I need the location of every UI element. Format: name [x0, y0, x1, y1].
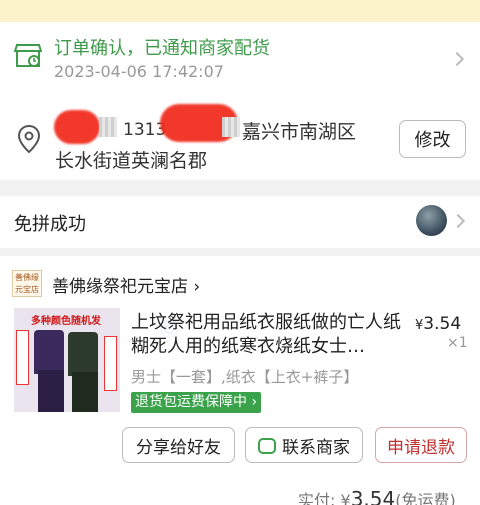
product-price: ¥3.54: [415, 314, 462, 334]
redaction-mark: [54, 110, 100, 144]
address-street: 长水街道英澜名郡: [55, 150, 208, 172]
store-logo[interactable]: 善佛缘 元宝店: [12, 270, 42, 297]
share-button[interactable]: 分享给好友: [122, 427, 235, 463]
thumbnail-pants: [72, 372, 98, 412]
thumbnail-shirt: [34, 330, 64, 374]
pixelated-mark: [222, 117, 240, 137]
order-status-card[interactable]: 订单确认，已通知商家配货 2023-04-06 17:42:07: [0, 22, 480, 100]
chat-icon: [258, 438, 276, 454]
return-shipping-badge[interactable]: 退货包运费保障中 ›: [131, 392, 262, 413]
thumbnail-tag: [16, 330, 29, 385]
order-total: 实付: ¥3.54(免运费): [298, 487, 456, 505]
chevron-right-icon: [449, 51, 465, 67]
order-card: 善佛缘 元宝店 善佛缘祭祀元宝店 › 多种颜色随机发 上坟祭祀用品纸衣服纸做的亡…: [0, 256, 480, 505]
refund-button[interactable]: 申请退款: [375, 427, 467, 463]
thumbnail-tag: [104, 336, 117, 391]
product-title[interactable]: 上坟祭祀用品纸衣服纸做的亡人纸糊死人用的纸寒衣烧纸女士…: [131, 311, 401, 359]
product-thumbnail[interactable]: 多种颜色随机发: [14, 308, 120, 412]
thumbnail-caption: 多种颜色随机发: [31, 316, 101, 327]
store-name-link[interactable]: 善佛缘祭祀元宝店 ›: [52, 272, 200, 297]
product-quantity: ×1: [447, 335, 468, 351]
contact-seller-button[interactable]: 联系商家: [245, 427, 363, 463]
avatar[interactable]: [416, 205, 447, 236]
top-banner: [0, 0, 480, 22]
modify-address-button[interactable]: 修改: [399, 120, 466, 158]
thumbnail-shirt: [68, 332, 98, 376]
product-spec: 男士【一套】,纸衣【上衣+裤子】: [131, 368, 359, 386]
address-city: 嘉兴市南湖区: [242, 121, 357, 143]
location-icon: [17, 124, 41, 154]
chevron-right-icon: [450, 213, 466, 229]
address-card: 1313 嘉兴市南湖区 长水街道英澜名郡 修改: [0, 100, 480, 180]
pixelated-mark: [99, 117, 117, 137]
order-status-title: 订单确认，已通知商家配货: [54, 38, 270, 59]
order-status-time: 2023-04-06 17:42:07: [54, 62, 224, 81]
group-buy-card[interactable]: 免拼成功: [0, 196, 480, 248]
store-icon: [14, 44, 42, 67]
thumbnail-pants: [38, 370, 64, 412]
group-buy-label: 免拼成功: [14, 214, 86, 235]
